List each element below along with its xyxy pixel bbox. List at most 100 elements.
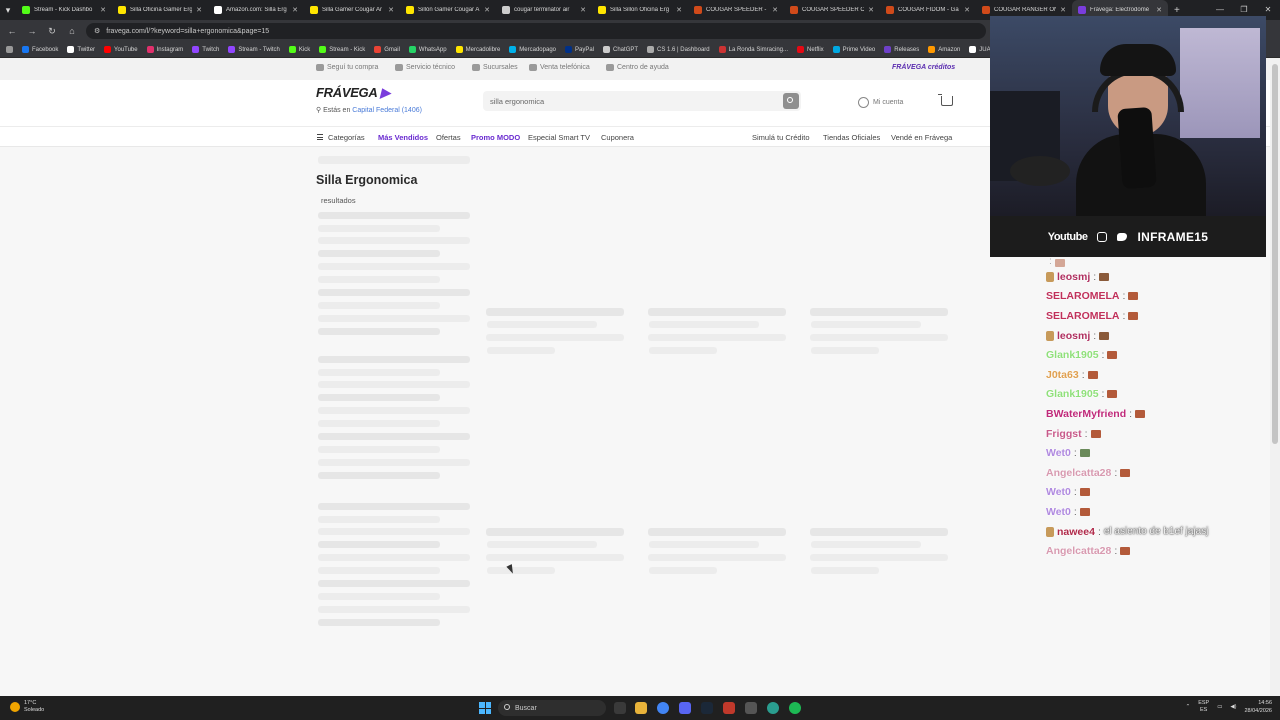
- help-center-link[interactable]: Centro de ayuda: [606, 64, 669, 71]
- bookmark-item[interactable]: Mercadolibre: [455, 46, 500, 53]
- language-indicator[interactable]: ESP ES: [1198, 700, 1209, 714]
- browser-tab[interactable]: COUGAR SPEEDER - E ✕: [688, 0, 784, 20]
- track-order-link[interactable]: Seguí tu compra: [316, 64, 378, 71]
- nav-best-sellers[interactable]: Más Vendidos: [378, 133, 428, 142]
- close-tab-icon[interactable]: ✕: [1156, 6, 1162, 14]
- scrollbar-thumb[interactable]: [1272, 64, 1278, 444]
- skeleton-bar: [649, 567, 717, 574]
- close-tab-icon[interactable]: ✕: [1060, 6, 1066, 14]
- store-icon: [472, 64, 480, 71]
- tab-search-icon[interactable]: ▾: [0, 0, 16, 20]
- bookmark-item[interactable]: La Ronda Simracing...: [718, 46, 788, 53]
- steam-icon[interactable]: [701, 702, 713, 714]
- browser-tab[interactable]: Stream - Kick Dashbo ✕: [16, 0, 112, 20]
- search-input[interactable]: silla ergonomica: [483, 91, 801, 111]
- browser-alt-icon[interactable]: [767, 702, 779, 714]
- nav-credit-sim[interactable]: Simulá tu Crédito: [752, 133, 810, 142]
- bookmark-item[interactable]: Kick: [288, 46, 310, 53]
- close-tab-icon[interactable]: ✕: [100, 6, 106, 14]
- fravega-credits-link[interactable]: FRÁVEGA créditos: [892, 64, 955, 71]
- nav-official-stores[interactable]: Tiendas Oficiales: [823, 133, 880, 142]
- close-tab-icon[interactable]: ✕: [196, 6, 202, 14]
- bookmark-item[interactable]: Twitter: [67, 46, 95, 53]
- start-button-icon[interactable]: [479, 702, 491, 714]
- weather-widget[interactable]: 17°C Soleado: [10, 700, 44, 714]
- apps-icon[interactable]: [6, 46, 13, 53]
- branches-link[interactable]: Sucursales: [472, 64, 518, 71]
- menu-icon[interactable]: [317, 134, 323, 140]
- bookmark-item[interactable]: Gmail: [374, 46, 400, 53]
- bookmark-item[interactable]: PayPal: [565, 46, 594, 53]
- file-explorer-icon[interactable]: [635, 702, 647, 714]
- nav-categories[interactable]: Categorías: [328, 133, 365, 142]
- chrome-icon[interactable]: [657, 702, 669, 714]
- browser-tab[interactable]: Amazon.com: Silla Erg ✕: [208, 0, 304, 20]
- bookmark-item[interactable]: Prime Video: [832, 46, 875, 53]
- volume-icon[interactable]: ◀): [1230, 704, 1236, 710]
- tray-overflow-icon[interactable]: ⌃: [1186, 704, 1191, 710]
- browser-tab[interactable]: Silla Oficina Gamer Erg ✕: [112, 0, 208, 20]
- obs-icon[interactable]: [723, 702, 735, 714]
- clock[interactable]: 14:56 28/04/2026: [1244, 699, 1272, 715]
- bookmark-item[interactable]: YouTube: [104, 46, 138, 53]
- snipping-tool-icon[interactable]: [745, 702, 757, 714]
- spotify-icon[interactable]: [789, 702, 801, 714]
- bookmark-favicon-icon: [509, 46, 517, 53]
- skeleton-bar: [318, 225, 440, 232]
- bookmark-item[interactable]: Releases: [884, 46, 919, 53]
- site-info-icon[interactable]: ⚙: [94, 27, 100, 35]
- bookmark-item[interactable]: Stream - Kick: [319, 46, 365, 53]
- home-icon[interactable]: ⌂: [66, 26, 78, 36]
- new-tab-icon[interactable]: +: [1168, 5, 1186, 16]
- back-icon[interactable]: ←: [6, 26, 18, 36]
- account-button[interactable]: Mi cuenta: [858, 97, 903, 108]
- chat-emote-icon: [1099, 331, 1110, 340]
- browser-tab[interactable]: COUGAR FIDOM - Ga ✕: [880, 0, 976, 20]
- bookmark-item[interactable]: WhatsApp: [408, 46, 447, 53]
- streamer-handle: INFRAME15: [1137, 229, 1209, 244]
- bookmark-item[interactable]: CS 1.6 | Dashboard: [647, 46, 710, 53]
- bookmark-item[interactable]: Facebook: [22, 46, 58, 53]
- taskbar-search[interactable]: Buscar: [498, 700, 606, 716]
- nav-smart-tv[interactable]: Especial Smart TV: [528, 133, 590, 142]
- search-button[interactable]: [783, 93, 799, 109]
- fravega-logo[interactable]: FRÁVEGA ▶: [316, 85, 390, 101]
- network-icon[interactable]: ▭: [1217, 704, 1222, 710]
- bookmark-item[interactable]: Twitch: [192, 46, 219, 53]
- cart-icon[interactable]: [938, 94, 953, 106]
- phone-sales-link[interactable]: Venta telefónica: [529, 64, 590, 71]
- discord-icon[interactable]: [679, 702, 691, 714]
- task-view-icon[interactable]: [614, 702, 626, 714]
- close-tab-icon[interactable]: ✕: [964, 6, 970, 14]
- close-tab-icon[interactable]: ✕: [292, 6, 298, 14]
- forward-icon[interactable]: →: [26, 26, 38, 36]
- close-tab-icon[interactable]: ✕: [388, 6, 394, 14]
- close-tab-icon[interactable]: ✕: [484, 6, 490, 14]
- address-bar[interactable]: ⚙ fravega.com/l/?keyword=silla+ergonomic…: [86, 23, 986, 39]
- browser-tab[interactable]: Silla Gamer Cougar Ar ✕: [304, 0, 400, 20]
- nav-sell[interactable]: Vendé en Frávega: [891, 133, 952, 142]
- location-selector[interactable]: ⚲ Estás en Capital Federal (1406): [316, 106, 422, 114]
- browser-tab[interactable]: cougar terminator air ✕: [496, 0, 592, 20]
- page-scrollbar[interactable]: [1270, 58, 1280, 696]
- browser-tab[interactable]: Silla Sillon Oficina Erg ✕: [592, 0, 688, 20]
- close-tab-icon[interactable]: ✕: [580, 6, 586, 14]
- bookmark-item[interactable]: ChatGPT: [603, 46, 638, 53]
- nav-offers[interactable]: Ofertas: [436, 133, 461, 142]
- close-tab-icon[interactable]: ✕: [772, 6, 778, 14]
- close-tab-icon[interactable]: ✕: [676, 6, 682, 14]
- bookmark-item[interactable]: Instagram: [146, 46, 183, 53]
- bookmark-favicon-icon: [603, 46, 611, 53]
- nav-coupons[interactable]: Cuponera: [601, 133, 634, 142]
- bookmark-item[interactable]: Amazon: [928, 46, 960, 53]
- bookmark-item[interactable]: Mercadopago: [509, 46, 556, 53]
- bookmark-item[interactable]: Stream - Twitch: [228, 46, 280, 53]
- nav-promo-modo[interactable]: Promo MODO: [471, 133, 520, 142]
- bookmark-item[interactable]: Netflix: [797, 46, 824, 53]
- tech-service-link[interactable]: Servicio técnico: [395, 64, 455, 71]
- reload-icon[interactable]: ↻: [46, 26, 58, 37]
- url-text: fravega.com/l/?keyword=silla+ergonomica&…: [106, 27, 270, 35]
- browser-tab[interactable]: COUGAR SPEEDER ON ✕: [784, 0, 880, 20]
- close-tab-icon[interactable]: ✕: [868, 6, 874, 14]
- browser-tab[interactable]: Sillón Gamer Cougar A ✕: [400, 0, 496, 20]
